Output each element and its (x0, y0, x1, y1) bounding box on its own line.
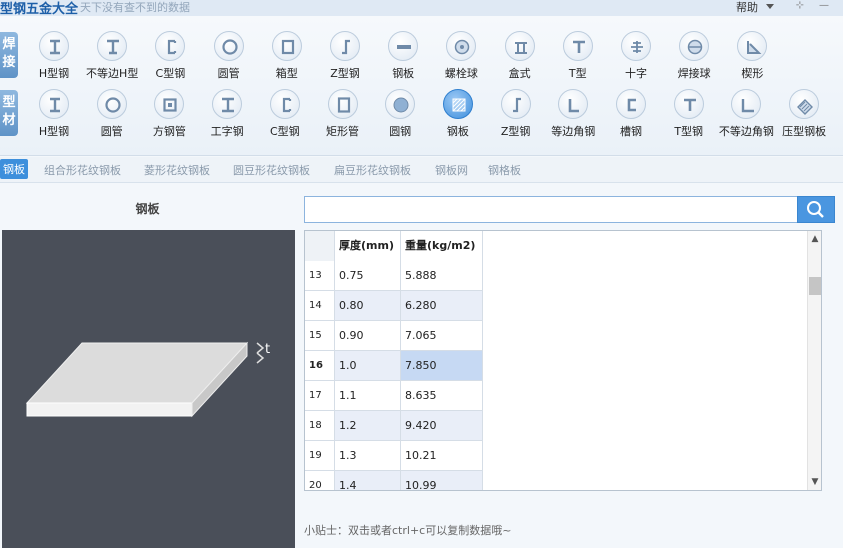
search-input[interactable] (304, 196, 798, 223)
search-icon (807, 201, 824, 218)
tool-label: 楔形 (741, 67, 764, 80)
title-bar: 型钢五金大全 天下没有查不到的数据 帮助 ⊹ — (0, 0, 843, 17)
scroll-down-icon[interactable]: ▼ (810, 477, 820, 487)
bolt-ball-icon (446, 31, 477, 61)
table-row[interactable]: 19 1.3 10.21 (305, 441, 807, 471)
rect-tube-icon (327, 89, 358, 119)
row-number[interactable]: 18 (305, 411, 335, 441)
thickness-dimension-label: t (265, 342, 271, 357)
chevron-down-icon[interactable] (766, 4, 774, 9)
row-number[interactable]: 20 (305, 471, 335, 490)
search-button[interactable] (797, 196, 835, 223)
cell-thickness[interactable]: 1.0 (335, 351, 401, 381)
h-beam-icon (39, 31, 69, 61)
row-number[interactable]: 17 (305, 381, 335, 411)
cell-weight[interactable]: 8.635 (401, 381, 483, 411)
table-header: 厚度(mm) 重量(kg/m2) (305, 231, 807, 261)
cell-weight[interactable]: 6.280 (401, 291, 483, 321)
scroll-thumb[interactable] (809, 277, 821, 295)
plate-icon (388, 31, 419, 61)
table-row[interactable]: 13 0.75 5.888 (305, 261, 807, 291)
z-section-icon (330, 31, 360, 61)
cell-thickness[interactable]: 1.1 (335, 381, 401, 411)
cross-section-icon (621, 31, 651, 61)
box-type-icon (504, 31, 535, 61)
app-slogan: 天下没有查不到的数据 (80, 1, 190, 14)
subtab-diamond-pattern[interactable]: 菱形花纹钢板 (144, 162, 210, 178)
row-number[interactable]: 19 (305, 441, 335, 471)
tool-profiled-sheet[interactable]: 压型钢板 (770, 89, 838, 145)
tool-label: 压型钢板 (782, 125, 827, 138)
row-number[interactable]: 15 (305, 321, 335, 351)
cell-weight[interactable]: 9.420 (401, 411, 483, 441)
cell-thickness[interactable]: 0.75 (335, 261, 401, 291)
h-beam-icon (39, 89, 69, 119)
category-profile[interactable]: 型 材 (0, 90, 18, 136)
cell-thickness[interactable]: 1.4 (335, 471, 401, 490)
equal-angle-icon (558, 89, 589, 119)
cell-weight[interactable]: 10.99 (401, 471, 483, 490)
header-thickness[interactable]: 厚度(mm) (335, 231, 401, 261)
table-row[interactable]: 15 0.90 7.065 (305, 321, 807, 351)
category-weld[interactable]: 焊 接 (0, 32, 18, 78)
c-channel-icon (269, 89, 300, 119)
plate-icon (442, 89, 473, 119)
table-row[interactable]: 16 1.0 7.850 (305, 351, 807, 381)
table-row[interactable]: 17 1.1 8.635 (305, 381, 807, 411)
channel-icon (616, 89, 646, 119)
table-row[interactable]: 20 1.4 10.99 (305, 471, 807, 490)
pin-icon[interactable]: ⊹ (794, 0, 806, 12)
app-title: 型钢五金大全 (0, 2, 79, 17)
subtab-mesh[interactable]: 钢板网 (435, 162, 468, 178)
round-tube-icon (96, 89, 127, 119)
cell-thickness[interactable]: 1.3 (335, 441, 401, 471)
cell-thickness[interactable]: 0.80 (335, 291, 401, 321)
cell-weight[interactable]: 5.888 (401, 261, 483, 291)
panel-title: 钢板 (135, 202, 160, 216)
cell-thickness[interactable]: 0.90 (335, 321, 401, 351)
row-number[interactable]: 13 (305, 261, 335, 291)
table-row[interactable]: 14 0.80 6.280 (305, 291, 807, 321)
subtab-grating[interactable]: 钢格板 (488, 162, 521, 178)
help-menu[interactable]: 帮助 (736, 0, 758, 15)
t-section-icon (562, 31, 593, 61)
cell-weight[interactable]: 7.065 (401, 321, 483, 351)
table-row[interactable]: 18 1.2 9.420 (305, 411, 807, 441)
t-section-icon (673, 89, 704, 119)
welded-ball-icon (679, 31, 710, 61)
vertical-scrollbar[interactable]: ▲ ▼ (807, 231, 821, 490)
square-tube-icon (154, 89, 185, 119)
unequal-angle-icon (731, 89, 762, 119)
data-table[interactable]: 厚度(mm) 重量(kg/m2) 13 0.75 5.888 14 0.80 6.280 1… (304, 230, 822, 491)
minimize-icon[interactable]: — (818, 0, 830, 12)
subtab-lentil-pattern[interactable]: 扁豆形花纹钢板 (334, 162, 411, 178)
row-number[interactable]: 16 (305, 351, 335, 381)
round-tube-icon (213, 31, 244, 61)
scroll-up-icon[interactable]: ▲ (810, 234, 820, 244)
z-section-icon (500, 89, 531, 119)
wedge-icon (737, 31, 768, 61)
subtab-bar: 钢板 组合形花纹钢板 菱形花纹钢板 圆豆形花纹钢板 扁豆形花纹钢板 钢板网 钢格… (0, 157, 843, 183)
cell-weight[interactable]: 7.850 (401, 351, 483, 381)
profiled-sheet-icon (789, 89, 820, 119)
box-section-icon (271, 31, 302, 61)
row-number[interactable]: 14 (305, 291, 335, 321)
subtab-plate[interactable]: 钢板 (0, 159, 28, 179)
unequal-h-beam-icon (97, 31, 128, 61)
cell-thickness[interactable]: 1.2 (335, 411, 401, 441)
plate-figure (2, 230, 295, 548)
plate-drawing (25, 341, 265, 418)
subtab-round-bean-pattern[interactable]: 圆豆形花纹钢板 (233, 162, 310, 178)
round-bar-icon (385, 89, 416, 119)
header-weight[interactable]: 重量(kg/m2) (401, 231, 483, 261)
subtab-combined-pattern[interactable]: 组合形花纹钢板 (44, 162, 121, 178)
i-beam-icon (212, 89, 243, 119)
c-channel-icon (155, 31, 186, 61)
tool-wedge[interactable]: 楔形 (718, 31, 786, 87)
tip-text: 小贴士：双击或者ctrl+c可以复制数据哦~ (304, 524, 512, 537)
header-rownum (305, 231, 335, 261)
cell-weight[interactable]: 10.21 (401, 441, 483, 471)
